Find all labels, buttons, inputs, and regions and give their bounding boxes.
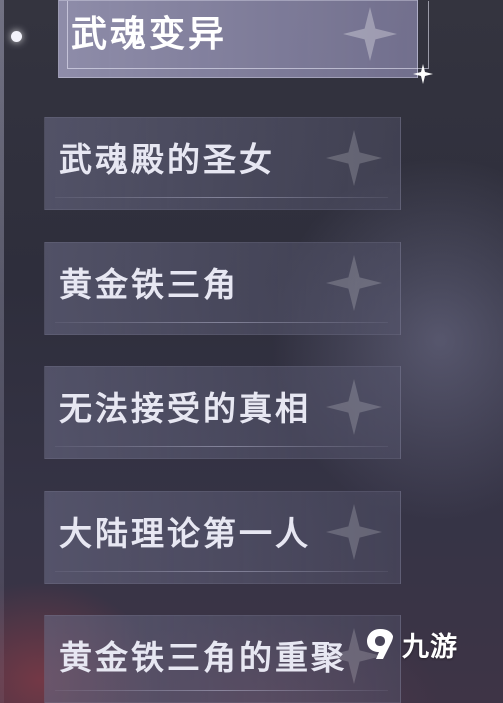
chapter-item[interactable]: 黄金铁三角的重聚 [44,615,401,703]
chapter-title-active: 武魂变异 [71,14,228,55]
chapter-item[interactable]: 大陆理论第一人 [44,491,401,584]
chapter-title: 武魂殿的圣女 [59,140,275,179]
background [0,0,503,703]
chapter-item-active[interactable]: 武魂变异 [58,0,429,78]
star-ornament-icon [326,504,382,560]
star-ornament-icon [326,379,382,435]
nine-game-logo-icon [367,629,393,659]
sparkle-icon [413,64,433,84]
star-ornament-icon [326,130,382,186]
chapter-title: 黄金铁三角的重聚 [59,638,347,677]
star-ornament-icon [326,255,382,311]
chapter-item[interactable]: 黄金铁三角 [44,242,401,335]
watermark-text: 九游 [402,631,458,663]
star-ornament-icon [343,7,397,61]
timeline-line [0,0,4,703]
chapter-title: 黄金铁三角 [59,265,239,304]
timeline-current-dot [11,31,22,42]
chapter-title: 大陆理论第一人 [59,514,311,553]
chapter-item[interactable]: 无法接受的真相 [44,366,401,459]
watermark-logo: 九游 [362,622,458,666]
chapter-title: 无法接受的真相 [59,389,311,428]
chapter-item[interactable]: 武魂殿的圣女 [44,117,401,210]
